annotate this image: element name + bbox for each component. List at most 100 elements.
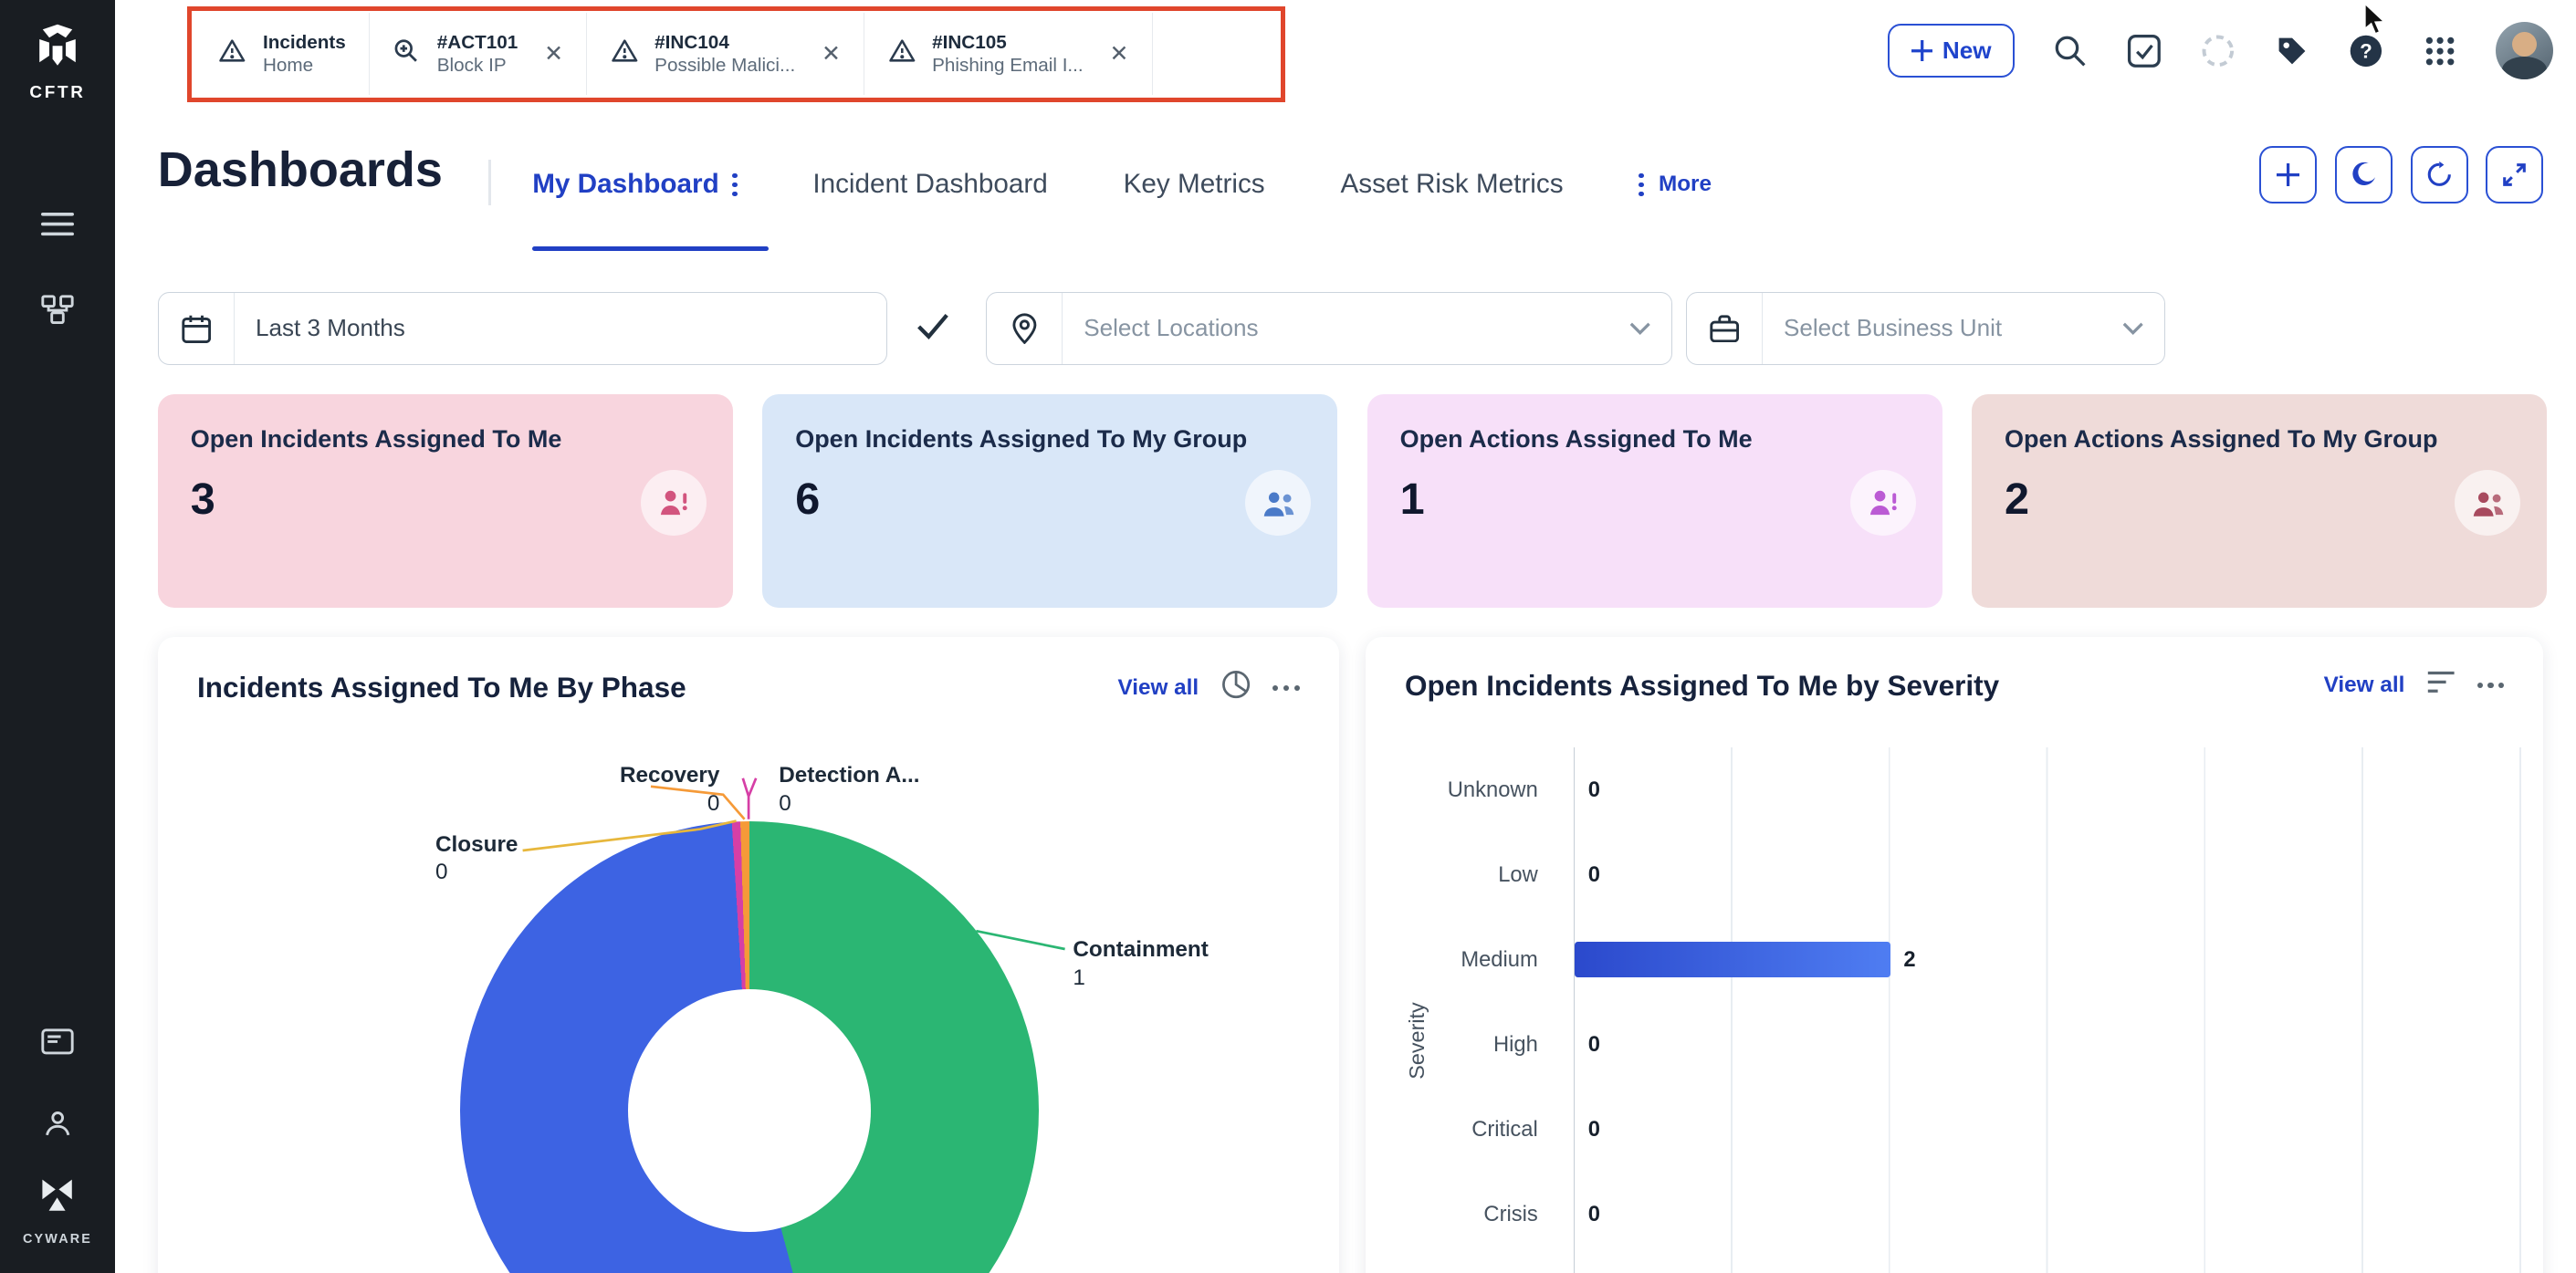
chart-title: Incidents Assigned To Me By Phase — [196, 671, 686, 704]
close-icon[interactable]: ✕ — [822, 42, 841, 66]
modules-icon[interactable] — [0, 274, 115, 346]
tab-label: My Dashboard — [532, 169, 719, 200]
tasks-icon[interactable] — [2126, 33, 2162, 69]
stat-card[interactable]: Open Incidents Assigned To Me 3 — [157, 394, 733, 608]
avatar[interactable] — [2496, 22, 2554, 80]
people-group-icon — [1245, 469, 1312, 536]
apps-grid-icon[interactable] — [2422, 33, 2458, 69]
view-all-link[interactable]: View all — [1117, 675, 1199, 701]
cftr-logo-icon — [39, 24, 76, 66]
tab-label: Key Metrics — [1123, 169, 1265, 200]
tab-title: Incidents — [262, 32, 346, 54]
cftr-logo[interactable]: CFTR — [29, 23, 85, 103]
tab-subtitle: Home — [262, 55, 314, 77]
business-unit-placeholder: Select Business Unit — [1783, 314, 2003, 342]
dark-mode-button[interactable] — [2334, 146, 2393, 204]
stat-card[interactable]: Open Actions Assigned To Me 1 — [1367, 394, 1942, 608]
apply-filter-check-icon[interactable] — [916, 310, 950, 347]
bar-value: 0 — [1587, 861, 1600, 887]
tab-asset-risk-metrics[interactable]: Asset Risk Metrics — [1340, 169, 1563, 200]
severity-chart-card: Open Incidents Assigned To Me by Severit… — [1365, 637, 2544, 1273]
phase-chart-card: Incidents Assigned To Me By Phase View a… — [157, 637, 1339, 1273]
new-button[interactable]: New — [1888, 24, 2015, 78]
dashboard-options-icon[interactable] — [732, 172, 738, 196]
stat-card-value: 6 — [795, 474, 821, 524]
phase-donut-chart[interactable] — [459, 820, 1039, 1273]
loader-icon[interactable] — [2200, 33, 2236, 69]
expand-icon — [2503, 163, 2527, 187]
refresh-button[interactable] — [2410, 146, 2468, 204]
tab-subtitle: Block IP — [436, 55, 507, 77]
donut-label-closure: Closure 0 — [435, 831, 518, 885]
bar-value: 0 — [1587, 1031, 1600, 1057]
bar-value: 0 — [1587, 1201, 1600, 1226]
business-unit-filter[interactable]: Select Business Unit — [1685, 292, 2166, 365]
search-icon[interactable] — [2052, 33, 2089, 69]
warning-triangle-icon — [218, 38, 246, 70]
bar-chart-type-icon[interactable] — [2426, 669, 2456, 703]
donut-label-detection: Detection A... 0 — [779, 763, 920, 816]
view-all-link[interactable]: View all — [2324, 673, 2405, 698]
tab-key-metrics[interactable]: Key Metrics — [1124, 169, 1265, 200]
severity-bar-plot[interactable]: 0 0 2 0 0 0 — [1574, 746, 2530, 1273]
cyware-logo[interactable] — [0, 1170, 115, 1219]
pie-chart-type-icon[interactable] — [1220, 669, 1251, 707]
locations-filter[interactable]: Select Locations — [986, 292, 1673, 365]
active-tab-underline — [532, 246, 770, 252]
severity-bar-row: 0 — [1575, 747, 2530, 832]
category-label: Low — [1498, 861, 1538, 887]
stat-card[interactable]: Open Incidents Assigned To My Group 6 — [762, 394, 1338, 608]
stat-card-value: 1 — [1399, 474, 1425, 524]
dashboard-actions — [2259, 146, 2544, 204]
date-range-filter[interactable]: Last 3 Months — [157, 292, 887, 365]
tab-act101-block-ip[interactable]: #ACT101 Block IP ✕ — [369, 13, 588, 96]
tab-label: Incident Dashboard — [812, 169, 1048, 200]
more-label: More — [1658, 172, 1712, 197]
open-tabs-strip: Incidents Home #ACT101 Block IP ✕ #INC10… — [195, 13, 1153, 96]
sidebar: CFTR CYWARE — [0, 0, 115, 1273]
help-icon[interactable]: ? — [2348, 33, 2384, 69]
moon-icon — [2352, 162, 2375, 186]
stat-card-label: Open Incidents Assigned To Me — [190, 425, 562, 454]
category-label: Crisis — [1483, 1201, 1538, 1226]
more-options-icon[interactable] — [2477, 682, 2505, 689]
tab-incident-dashboard[interactable]: Incident Dashboard — [812, 169, 1047, 200]
chevron-down-icon — [1629, 322, 1650, 335]
severity-bar — [1575, 941, 1890, 978]
tag-icon[interactable] — [2274, 33, 2310, 69]
tab-subtitle: Phishing Email I... — [932, 55, 1084, 77]
more-options-icon[interactable] — [1272, 684, 1300, 691]
tab-incidents-home[interactable]: Incidents Home — [195, 13, 370, 96]
severity-bar-row: 0 — [1575, 832, 2530, 917]
person-alert-icon — [1849, 469, 1916, 536]
tab-title: #ACT101 — [436, 32, 518, 54]
app-root: CFTR CYWARE Incidents Home #ACT101 Block… — [0, 0, 2576, 1273]
user-profile-icon[interactable] — [0, 1088, 115, 1160]
dashboard-tabs: My Dashboard Incident Dashboard Key Metr… — [532, 169, 1712, 200]
chart-title: Open Incidents Assigned To Me by Severit… — [1404, 668, 2000, 702]
plus-icon — [1911, 40, 1933, 62]
hamburger-menu-icon[interactable] — [0, 188, 115, 260]
tab-inc104[interactable]: #INC104 Possible Malici... ✕ — [587, 13, 865, 96]
close-icon[interactable]: ✕ — [1109, 42, 1128, 66]
category-label: Medium — [1461, 946, 1538, 972]
tab-inc105[interactable]: #INC105 Phishing Email I... ✕ — [864, 13, 1153, 96]
tab-label: Asset Risk Metrics — [1340, 169, 1564, 200]
close-icon[interactable]: ✕ — [544, 42, 563, 66]
date-range-value: Last 3 Months — [255, 314, 405, 342]
tab-my-dashboard[interactable]: My Dashboard — [532, 169, 738, 200]
more-kebab-icon — [1639, 172, 1644, 196]
locations-placeholder: Select Locations — [1084, 314, 1259, 342]
release-notes-icon[interactable] — [0, 1006, 115, 1078]
svg-text:?: ? — [2360, 40, 2372, 63]
more-tabs-button[interactable]: More — [1639, 172, 1712, 197]
page-title: Dashboards — [157, 141, 443, 197]
stat-card[interactable]: Open Actions Assigned To My Group 2 — [1972, 394, 2547, 608]
bar-value: 0 — [1587, 777, 1600, 802]
severity-bar-row: 2 — [1575, 917, 2530, 1002]
fullscreen-button[interactable] — [2486, 146, 2544, 204]
cyware-logo-text: CYWARE — [22, 1232, 93, 1247]
severity-categories: Unknown Low Medium High Critical Crisis — [1366, 747, 1559, 1257]
add-dashboard-button[interactable] — [2259, 146, 2317, 204]
stat-card-label: Open Incidents Assigned To My Group — [795, 425, 1248, 454]
